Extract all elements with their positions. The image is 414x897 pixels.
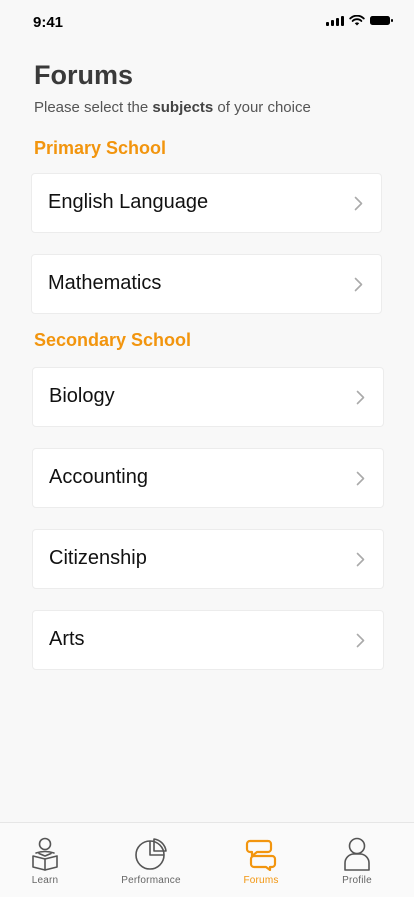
subject-label: Mathematics	[48, 272, 162, 294]
battery-icon	[370, 16, 393, 25]
subject-card-accounting[interactable]: Accounting	[32, 448, 384, 508]
subtitle-emphasis: subjects	[152, 99, 214, 116]
chevron-right-icon	[356, 390, 365, 405]
wifi-icon	[349, 15, 365, 26]
cellular-signal-icon	[326, 15, 344, 26]
chevron-right-icon	[354, 196, 363, 211]
section-title-secondary: Secondary School	[34, 330, 192, 350]
tab-performance[interactable]: Performance	[111, 823, 191, 897]
chevron-right-icon	[356, 633, 365, 648]
reader-icon	[32, 837, 58, 871]
tab-profile[interactable]: Profile	[332, 823, 382, 897]
subject-card-arts[interactable]: Arts	[32, 610, 384, 670]
tab-label: Learn	[31, 875, 59, 886]
subject-label: Citizenship	[49, 547, 147, 569]
chat-bubbles-icon	[245, 839, 277, 871]
tab-label: Forums	[243, 875, 279, 886]
tab-learn[interactable]: Learn	[20, 823, 70, 897]
subject-card-english-language[interactable]: English Language	[31, 173, 382, 233]
subject-card-citizenship[interactable]: Citizenship	[32, 529, 384, 589]
subject-label: Biology	[49, 385, 115, 407]
user-icon	[344, 837, 370, 871]
chevron-right-icon	[354, 277, 363, 292]
status-icons	[326, 15, 393, 26]
subject-card-mathematics[interactable]: Mathematics	[31, 254, 382, 314]
page-subtitle: Please select the subjects of your choic…	[34, 99, 311, 116]
status-bar: 9:41	[0, 0, 414, 44]
status-time: 9:41	[33, 14, 64, 31]
tab-label: Profile	[342, 875, 372, 886]
chevron-right-icon	[356, 552, 365, 567]
page-title: Forums	[34, 60, 134, 90]
subject-label: English Language	[48, 191, 209, 213]
bottom-tab-bar: Learn Performance Forums Profile	[0, 822, 414, 897]
subject-card-biology[interactable]: Biology	[32, 367, 384, 427]
section-title-primary: Primary School	[34, 138, 167, 158]
pie-chart-icon	[135, 838, 167, 870]
tab-forums[interactable]: Forums	[236, 823, 286, 897]
subject-label: Accounting	[49, 466, 148, 488]
chevron-right-icon	[356, 471, 365, 486]
tab-label: Performance	[121, 875, 181, 886]
subject-label: Arts	[49, 628, 85, 650]
